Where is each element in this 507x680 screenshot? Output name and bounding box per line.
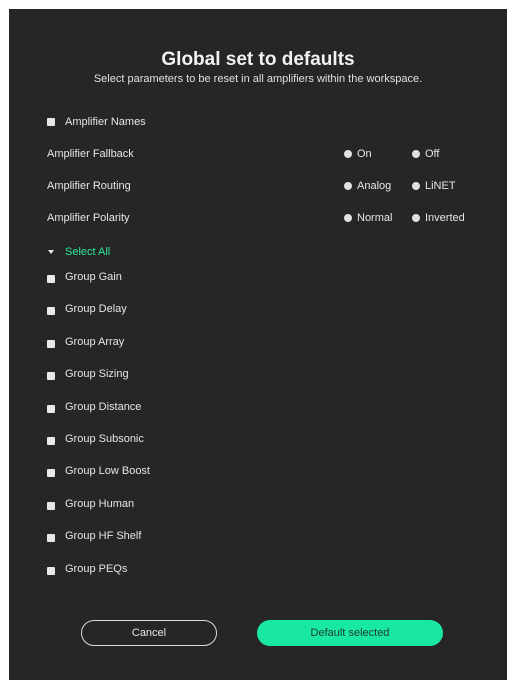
- caret-down-icon: [48, 250, 54, 254]
- group-label: Group Subsonic: [65, 432, 144, 445]
- radio-label: LiNET: [425, 180, 456, 192]
- radio-label: Inverted: [425, 212, 465, 224]
- checkbox[interactable]: [47, 307, 55, 316]
- cancel-button[interactable]: Cancel: [81, 620, 217, 646]
- radio-label: Normal: [357, 212, 393, 224]
- checkbox[interactable]: [47, 372, 55, 381]
- radio-dot-icon: [412, 150, 420, 158]
- checkbox[interactable]: [47, 404, 55, 413]
- radio-dot-icon: [344, 214, 352, 222]
- amplifier-names-label: Amplifier Names: [65, 116, 146, 128]
- global-defaults-dialog: Global set to defaults Select parameters…: [9, 9, 507, 680]
- checkbox[interactable]: [47, 275, 55, 283]
- dialog-subtitle: Select parameters to be reset in all amp…: [93, 73, 423, 85]
- radio-dot-icon: [412, 182, 420, 190]
- group-label: Group Sizing: [65, 368, 129, 381]
- list-item[interactable]: Group Delay: [47, 302, 150, 334]
- amplifier-fallback-label: Amplifier Fallback: [47, 148, 134, 160]
- checkbox[interactable]: [47, 436, 55, 445]
- fallback-on-radio[interactable]: On: [344, 148, 412, 160]
- amplifier-names-row[interactable]: Amplifier Names: [47, 113, 146, 131]
- select-all-toggle[interactable]: Select All: [47, 243, 110, 261]
- group-label: Group Delay: [65, 303, 127, 316]
- amplifier-routing-radio-group: Analog LiNET: [344, 177, 456, 195]
- polarity-normal-radio[interactable]: Normal: [344, 212, 412, 224]
- checkbox[interactable]: [47, 534, 55, 543]
- amplifier-names-checkbox[interactable]: [47, 118, 55, 126]
- group-parameter-list: Group Gain Group Delay Group Array Group…: [47, 270, 150, 594]
- radio-label: Analog: [357, 180, 392, 192]
- list-item[interactable]: Group PEQs: [47, 562, 150, 594]
- radio-dot-icon: [344, 182, 352, 190]
- group-label: Group Low Boost: [65, 465, 150, 478]
- dialog-title: Global set to defaults: [161, 49, 355, 70]
- list-item[interactable]: Group Subsonic: [47, 432, 150, 464]
- group-label: Group Gain: [65, 271, 122, 283]
- checkbox[interactable]: [47, 469, 55, 478]
- list-item[interactable]: Group Distance: [47, 400, 150, 432]
- checkbox[interactable]: [47, 566, 55, 575]
- radio-label: Off: [425, 148, 440, 160]
- group-label: Group PEQs: [65, 562, 128, 575]
- routing-analog-radio[interactable]: Analog: [344, 180, 412, 192]
- select-all-label: Select All: [65, 246, 111, 258]
- list-item[interactable]: Group Array: [47, 335, 150, 367]
- polarity-inverted-radio[interactable]: Inverted: [412, 212, 465, 224]
- radio-dot-icon: [344, 150, 352, 158]
- fallback-off-radio[interactable]: Off: [412, 148, 439, 160]
- amplifier-routing-label: Amplifier Routing: [47, 180, 131, 192]
- default-selected-button[interactable]: Default selected: [257, 620, 443, 646]
- group-label: Group HF Shelf: [65, 530, 142, 543]
- group-label: Group Human: [65, 497, 135, 510]
- list-item[interactable]: Group Low Boost: [47, 464, 150, 496]
- amplifier-polarity-radio-group: Normal Inverted: [344, 209, 465, 227]
- group-label: Group Array: [65, 335, 125, 348]
- checkbox[interactable]: [47, 339, 55, 348]
- checkbox[interactable]: [47, 501, 55, 510]
- amplifier-polarity-label: Amplifier Polarity: [47, 212, 130, 224]
- list-item[interactable]: Group Gain: [47, 270, 150, 302]
- radio-label: On: [357, 148, 372, 160]
- list-item[interactable]: Group Human: [47, 497, 150, 529]
- radio-dot-icon: [412, 214, 420, 222]
- list-item[interactable]: Group HF Shelf: [47, 529, 150, 561]
- amplifier-fallback-radio-group: On Off: [344, 145, 439, 163]
- group-label: Group Distance: [65, 400, 142, 413]
- list-item[interactable]: Group Sizing: [47, 367, 150, 399]
- routing-linet-radio[interactable]: LiNET: [412, 180, 456, 192]
